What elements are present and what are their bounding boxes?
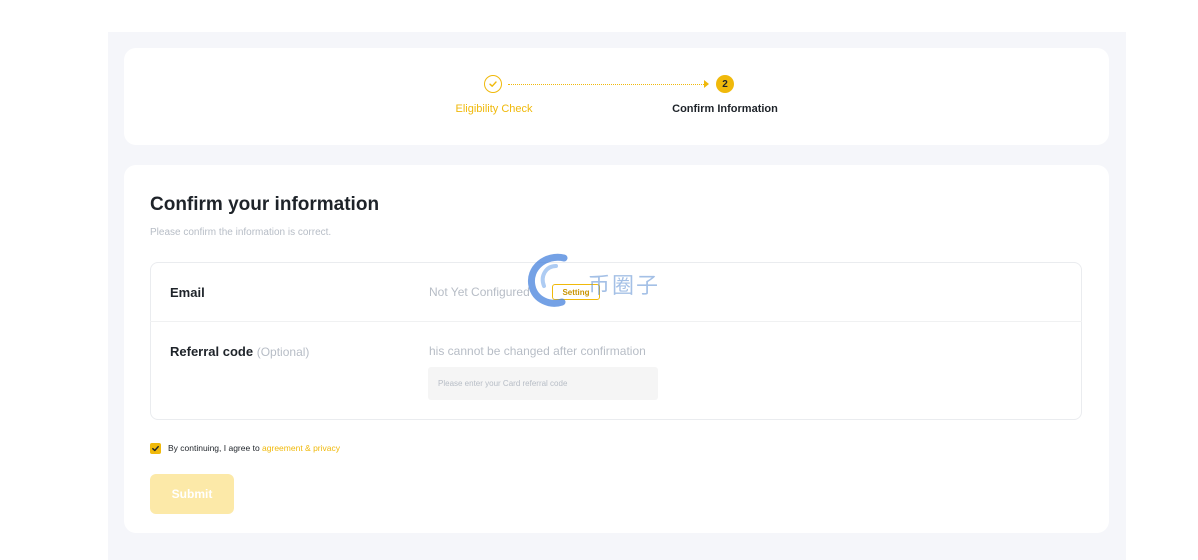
step-label-eligibility: Eligibility Check	[455, 103, 533, 115]
email-label: Email	[170, 285, 205, 300]
stepper-card	[124, 48, 1109, 145]
email-value: Not Yet Configured	[429, 285, 530, 299]
agreement-privacy-link[interactable]: agreement & privacy	[262, 443, 340, 453]
page-title: Confirm your information	[150, 194, 380, 215]
page-subtitle: Please confirm the information is correc…	[150, 227, 332, 238]
agree-text-label: By continuing, I agree to	[168, 443, 260, 453]
checkbox-check-icon	[152, 445, 159, 452]
referral-optional-text: (Optional)	[256, 345, 310, 359]
submit-button[interactable]: Submit	[150, 474, 234, 514]
referral-code-input[interactable]	[428, 367, 658, 400]
step-connector-arrow-icon	[704, 80, 709, 88]
row-divider	[150, 321, 1082, 322]
referral-note: his cannot be changed after confirmation	[429, 344, 646, 358]
agree-checkbox[interactable]	[150, 443, 161, 454]
referral-label: Referral code (Optional)	[170, 344, 309, 359]
agree-text: By continuing, I agree to agreement & pr…	[168, 443, 340, 453]
watermark-text: 币圈子	[588, 274, 661, 299]
check-icon	[489, 81, 497, 87]
step-complete-check-icon	[484, 75, 502, 93]
step-label-confirm: Confirm Information	[672, 103, 778, 115]
referral-label-text: Referral code	[170, 344, 254, 359]
step-connector-line	[508, 84, 708, 85]
watermark-logo-icon	[527, 253, 568, 307]
step-current-number: 2	[716, 75, 734, 93]
